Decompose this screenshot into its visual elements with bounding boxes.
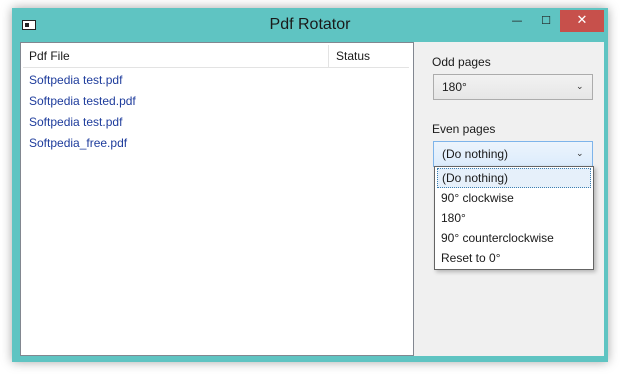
even-pages-select[interactable]: (Do nothing) ⌄ bbox=[433, 141, 593, 167]
minimize-button[interactable]: — bbox=[503, 10, 531, 32]
maximize-button[interactable]: ☐ bbox=[532, 10, 560, 32]
list-item[interactable]: Softpedia test.pdf bbox=[29, 112, 136, 133]
odd-pages-select[interactable]: 180° ⌄ bbox=[433, 74, 593, 100]
even-pages-label: Even pages bbox=[432, 122, 496, 136]
column-header-status[interactable]: Status bbox=[330, 45, 409, 67]
list-item[interactable]: Softpedia_free.pdf bbox=[29, 133, 136, 154]
dropdown-option[interactable]: (Do nothing) bbox=[437, 168, 591, 188]
client-area: Pdf File Status Softpedia test.pdf Softp… bbox=[20, 42, 604, 356]
even-pages-value: (Do nothing) bbox=[442, 147, 509, 161]
odd-pages-value: 180° bbox=[442, 80, 467, 94]
app-window: Pdf Rotator — ☐ ✕ Pdf File Status Softpe… bbox=[12, 8, 608, 362]
dropdown-option[interactable]: 90° clockwise bbox=[437, 188, 591, 208]
chevron-down-icon: ⌄ bbox=[576, 82, 584, 92]
pdf-file-list[interactable]: Pdf File Status Softpedia test.pdf Softp… bbox=[20, 42, 414, 356]
dropdown-option[interactable]: 180° bbox=[437, 208, 591, 228]
odd-pages-label: Odd pages bbox=[432, 55, 491, 69]
list-item[interactable]: Softpedia test.pdf bbox=[29, 70, 136, 91]
dropdown-option[interactable]: Reset to 0° bbox=[437, 248, 591, 268]
chevron-down-icon: ⌄ bbox=[576, 149, 584, 159]
file-rows: Softpedia test.pdf Softpedia tested.pdf … bbox=[29, 70, 136, 154]
list-item[interactable]: Softpedia tested.pdf bbox=[29, 91, 136, 112]
dropdown-option[interactable]: 90° counterclockwise bbox=[437, 228, 591, 248]
even-pages-dropdown: (Do nothing) 90° clockwise 180° 90° coun… bbox=[434, 166, 594, 270]
title-bar[interactable]: Pdf Rotator — ☐ ✕ bbox=[12, 8, 608, 42]
list-header: Pdf File Status bbox=[23, 45, 409, 68]
column-header-pdf-file[interactable]: Pdf File bbox=[23, 45, 329, 67]
close-button[interactable]: ✕ bbox=[560, 10, 604, 32]
